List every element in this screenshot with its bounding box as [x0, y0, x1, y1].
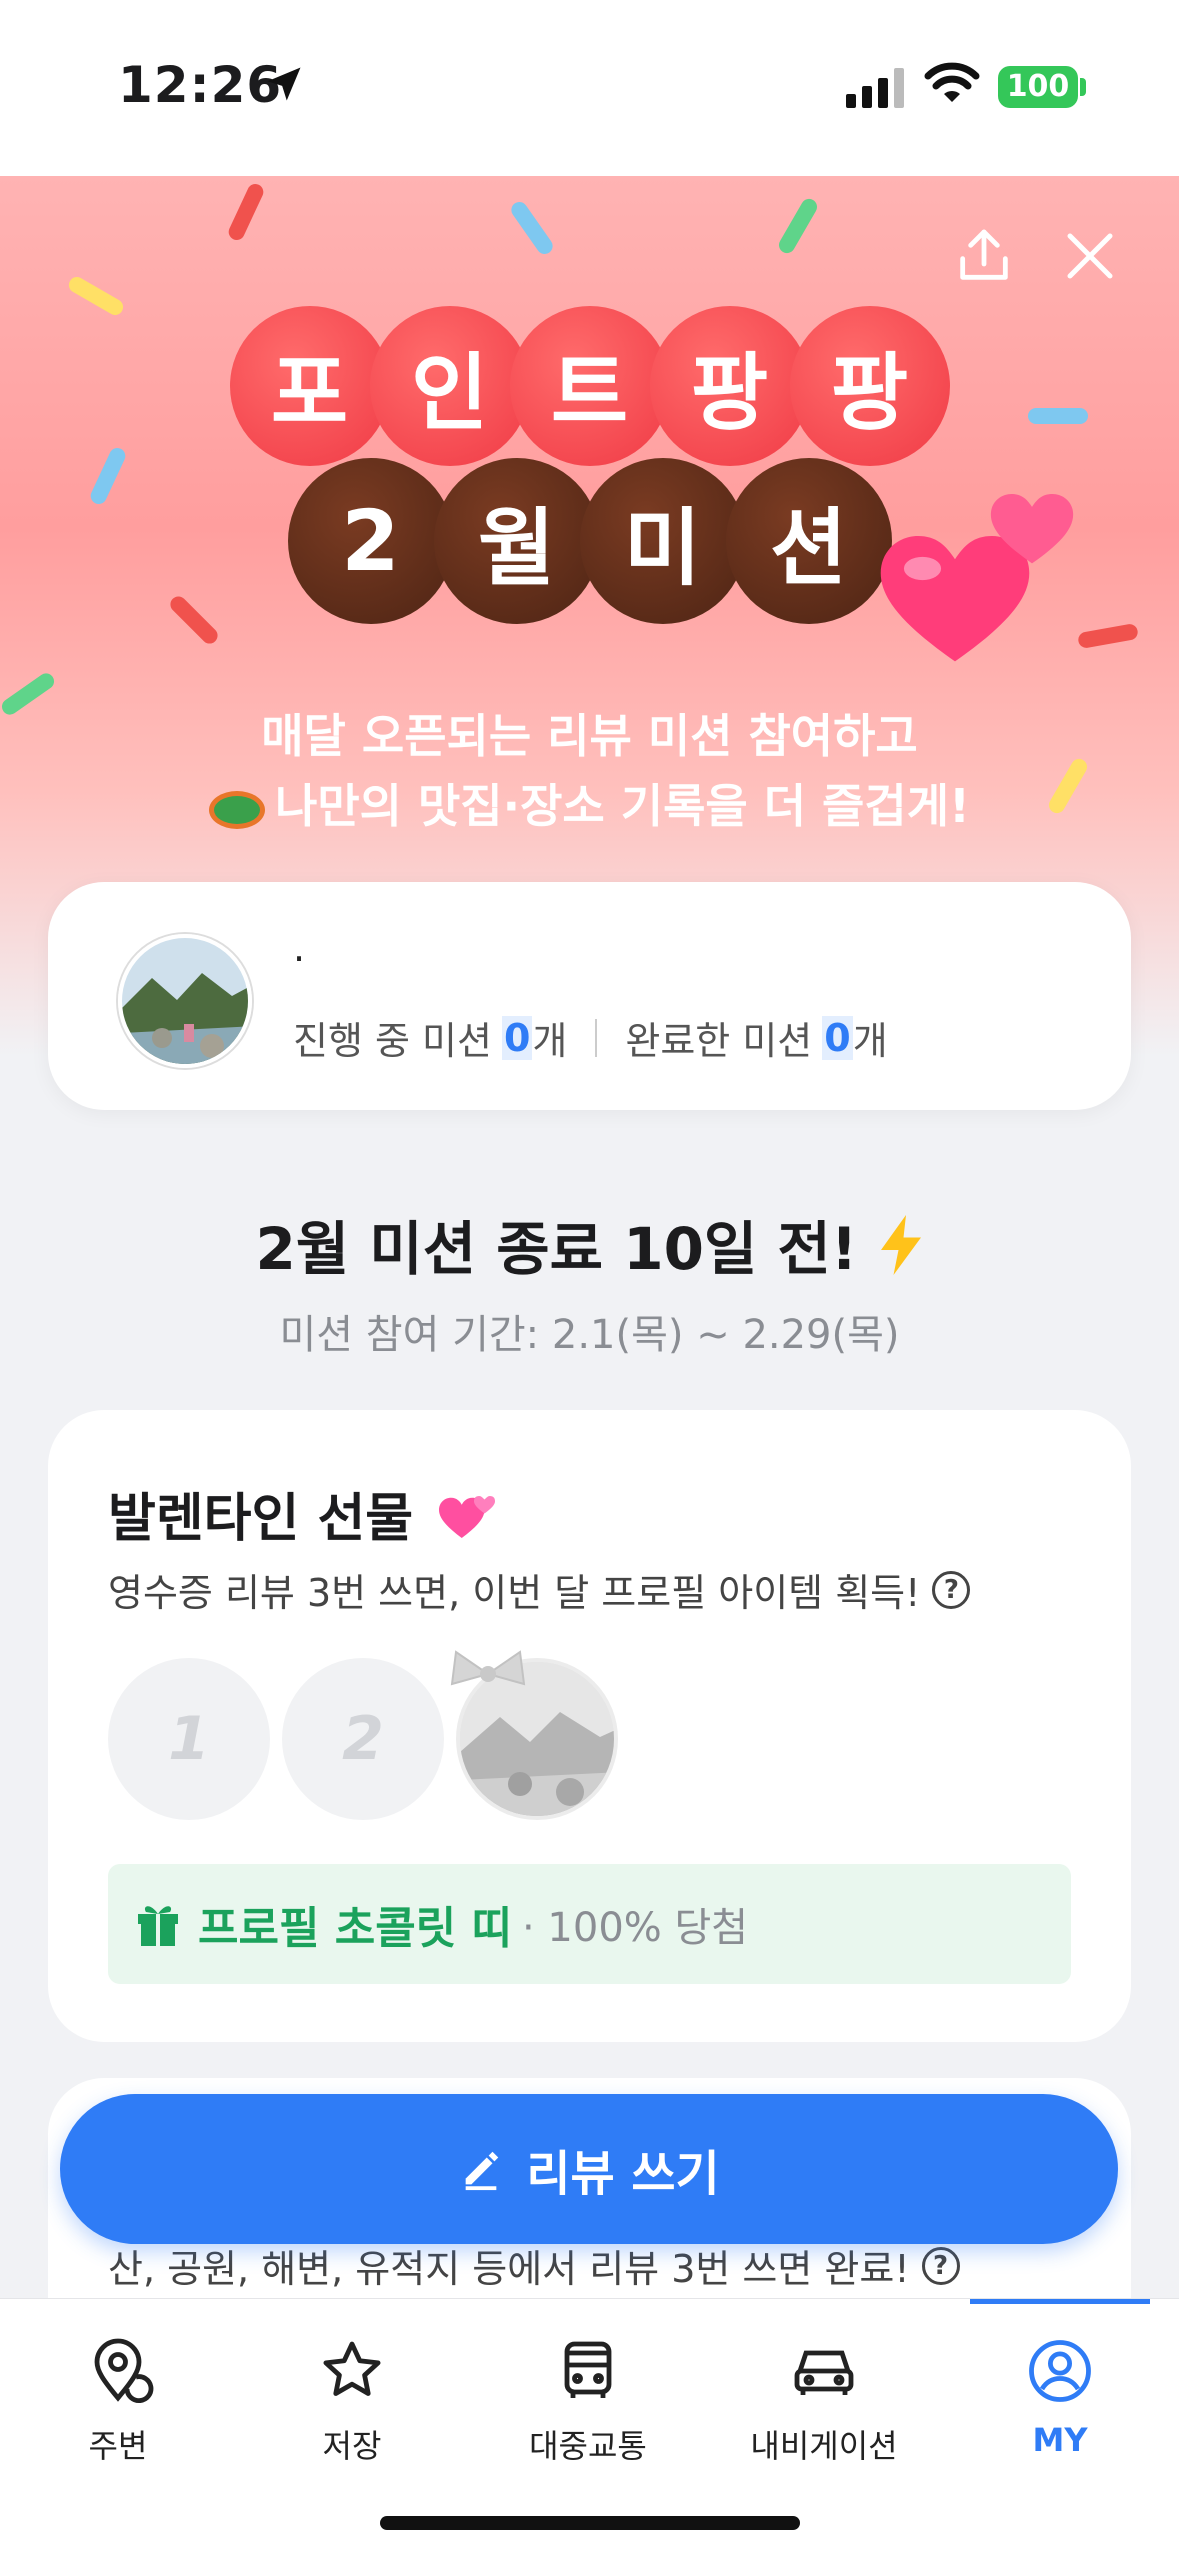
mission-deadline-title: 2월 미션 종료 10일 전! [0, 1202, 1179, 1286]
write-review-button[interactable]: 리뷰 쓰기 [60, 2094, 1118, 2244]
cellular-signal-icon [846, 68, 904, 108]
valentine-title: 발렌타인 선물 [108, 1476, 496, 1551]
two-hearts-icon [439, 1496, 496, 1538]
avatar-photo [122, 938, 248, 1064]
profile-card[interactable]: . 진행 중 미션 0 개 완료한 미션 0 개 [48, 882, 1131, 1110]
wifi-icon [924, 62, 980, 102]
stats-divider [595, 1018, 598, 1057]
pencil-icon [465, 2151, 499, 2191]
write-review-label: 리뷰 쓰기 [526, 2146, 720, 2202]
in-progress-unit: 개 [532, 1019, 568, 1063]
sprinkle-decoration [226, 181, 266, 243]
title-bubble: 인 [369, 306, 530, 466]
title-bubble: 션 [725, 458, 892, 624]
tab-saved[interactable]: 저장 [252, 2335, 452, 2467]
next-mission-description-text: 산, 공원, 해변, 유적지 등에서 리뷰 3번 쓰면 완료! [108, 2247, 910, 2291]
car-icon [794, 2350, 854, 2395]
step-circle: 2 [282, 1658, 444, 1820]
title-bubble: 미 [579, 458, 746, 624]
tab-label: 내비게이션 [750, 2427, 898, 2465]
prize-box: 프로필 초콜릿 띠 · 100% 당첨 [108, 1864, 1071, 1984]
title-bubble: 트 [509, 306, 670, 466]
tab-label: 저장 [322, 2427, 382, 2465]
close-icon[interactable] [1060, 226, 1120, 286]
completed-label: 완료한 미션 [625, 1019, 813, 1063]
nickname: . [293, 926, 306, 970]
heart-decoration-icon [990, 494, 1074, 564]
tab-my[interactable]: MY [960, 2335, 1160, 2459]
ribbon-bow-icon [450, 1650, 526, 1686]
tab-transit[interactable]: 대중교통 [488, 2335, 688, 2467]
mission-period: 미션 참여 기간: 2.1(목) ~ 2.29(목) [279, 1312, 900, 1358]
hero-subtitle-line2: 나만의 맛집·장소 기록을 더 즐겁게! [0, 770, 1179, 836]
next-mission-description: 산, 공원, 해변, 유적지 등에서 리뷰 3번 쓰면 완료! ? [108, 2238, 960, 2293]
tab-navigation[interactable]: 내비게이션 [724, 2335, 924, 2467]
battery-indicator: 100 [998, 66, 1078, 108]
help-icon[interactable]: ? [932, 1570, 971, 1609]
share-icon[interactable] [952, 224, 1016, 288]
star-icon [323, 2341, 381, 2396]
tab-label: 주변 [88, 2427, 148, 2465]
sprinkle-decoration [776, 196, 820, 256]
prize-rate: · 100% 당첨 [522, 1905, 749, 1951]
mission-title-text: 2월 미션 종료 10일 전! [255, 1215, 858, 1283]
title-bubble: 월 [433, 458, 600, 624]
battery-tip [1080, 78, 1086, 96]
title-bubble: 포 [229, 306, 390, 466]
active-tab-indicator [970, 2299, 1150, 2304]
help-icon[interactable]: ? [921, 2246, 960, 2285]
tab-label: 대중교통 [529, 2427, 647, 2465]
tab-nearby[interactable]: 주변 [18, 2335, 218, 2467]
title-bubble: 2 [287, 458, 454, 624]
gift-icon [138, 1906, 178, 1946]
tab-label: MY [1032, 2421, 1088, 2459]
user-icon [1029, 2340, 1091, 2402]
title-bubble: 팡 [649, 306, 810, 466]
sprinkle-decoration [1077, 622, 1139, 650]
map-pin-icon [94, 2338, 154, 2403]
valentine-description: 영수증 리뷰 3번 쓰면, 이번 달 프로필 아이템 획득! ? [108, 1562, 971, 1617]
home-indicator [380, 2516, 800, 2530]
title-bubble: 팡 [789, 306, 950, 466]
bus-icon [564, 2341, 612, 2398]
hero-subtitle-line1: 매달 오픈되는 리뷰 미션 참여하고 [261, 709, 918, 763]
location-arrow-icon [267, 67, 301, 101]
avatar[interactable] [118, 934, 252, 1068]
status-time: 12:26 [118, 56, 283, 114]
mission-stats: 진행 중 미션 0 개 완료한 미션 0 개 [293, 1010, 888, 1065]
prize-name: 프로필 초콜릿 띠 [198, 1903, 512, 1954]
valentine-description-text: 영수증 리뷰 3번 쓰면, 이번 달 프로필 아이템 획득! [108, 1571, 921, 1615]
valentine-mission-card[interactable]: 발렌타인 선물 영수증 리뷰 3번 쓰면, 이번 달 프로필 아이템 획득! ?… [48, 1410, 1131, 2042]
status-bar: 12:26 100 [0, 0, 1179, 176]
hero-subtitle-line2-text: 나만의 맛집·장소 기록을 더 즐겁게! [275, 779, 970, 833]
lightning-icon [880, 1215, 921, 1275]
completed-count: 0 [822, 1015, 853, 1060]
in-progress-label: 진행 중 미션 [293, 1019, 492, 1063]
hero-title-row-1: 포 인 트 팡 팡 [0, 306, 1179, 466]
in-progress-count: 0 [501, 1015, 533, 1060]
step-circle: 1 [108, 1658, 270, 1820]
food-icon [209, 790, 265, 829]
sprinkle-decoration [508, 198, 556, 258]
completed-unit: 개 [852, 1019, 888, 1063]
valentine-title-text: 발렌타인 선물 [108, 1489, 414, 1549]
